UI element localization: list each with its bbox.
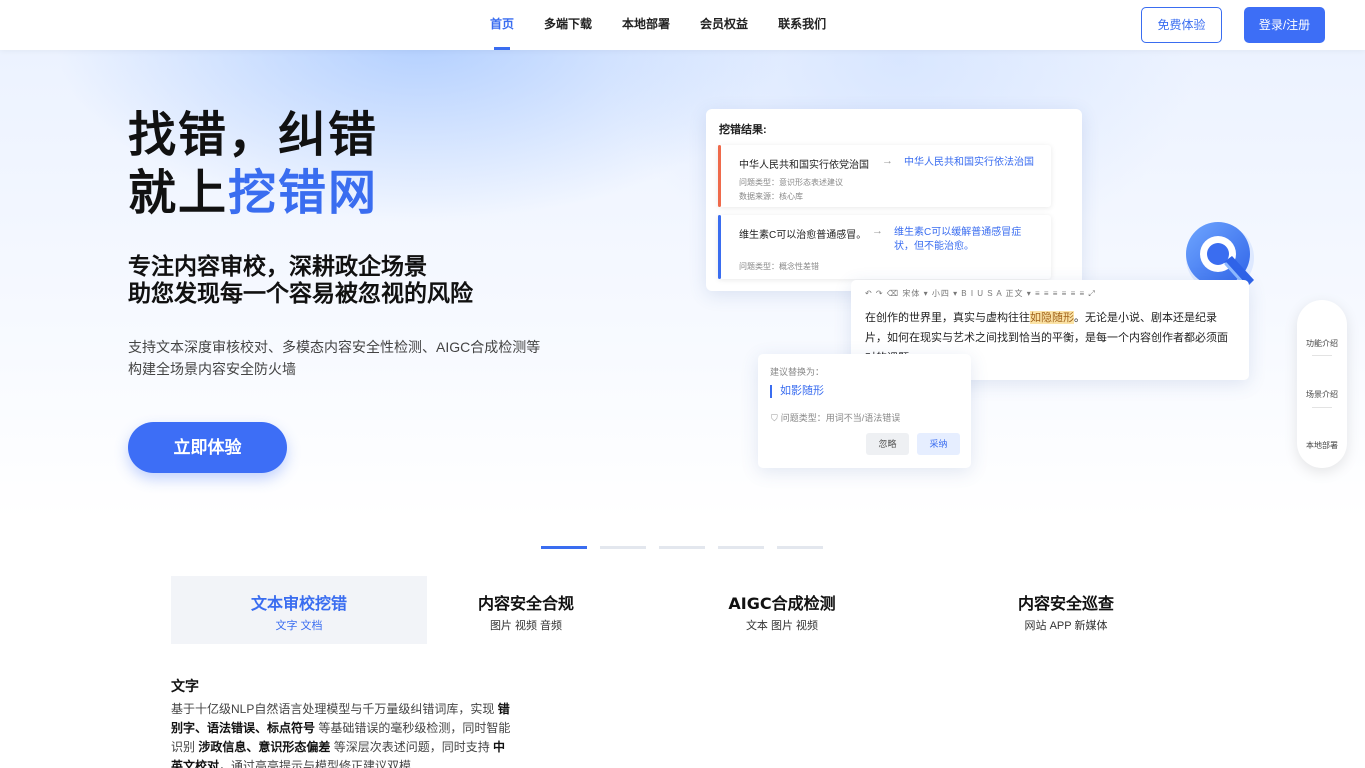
feature-tab-text-proofreading[interactable]: 文本审校挖错 文字 文档 [171,576,427,644]
headline-prefix: 就上 [128,165,229,221]
result-meta: 问题类型：意识形态表述建议 [739,178,843,187]
detail-title: 文字 [171,679,199,695]
headline-line-1: 找错，纠错 [128,107,379,163]
nav-item-local-deploy[interactable]: 本地部署 [622,0,670,50]
desc-line-1: 支持文本深度审核校对、多模态内容安全性检测、AIGC合成检测等 [128,339,541,355]
carousel-indicators [541,546,836,549]
fix-line-1: 维生素C可以缓解普通感冒症 [894,227,1022,238]
main-nav: 首页 多端下载 本地部署 会员权益 联系我们 [490,0,856,50]
carousel-dot[interactable] [541,546,587,549]
feature-tab-title: AIGC合成检测 [728,594,836,613]
ignore-button[interactable]: 忽略 [866,433,909,455]
suggestion-word[interactable]: 如影随形 [770,385,824,398]
editor-toolbar[interactable]: ↶ ↷ ⌫ 宋体 ▾ 小四 ▾ B I U S A 正文 ▾ ≡ ≡ ≡ ≡ ≡… [865,288,1096,299]
side-nav-divider [1312,407,1332,408]
subhead-line-1: 专注内容审校，深耕政企场景 [128,254,427,280]
feature-tab-title: 文本审校挖错 [250,594,347,613]
result-card-title: 挖错结果: [719,124,767,136]
side-nav-local-deploy[interactable]: 本地部署 [1297,440,1347,451]
nav-item-download[interactable]: 多端下载 [544,0,592,50]
result-item-marker [718,215,721,279]
fix-line-1: 中华人民共和国实行依法治国 [904,157,1034,168]
detail-text: 基于十亿级NLP自然语言处理模型与千万量级纠错词库，实现 [171,702,498,716]
suggestion-label: 建议替换为： [770,367,825,377]
side-nav-divider [1312,355,1332,356]
desc-line-2: 构建全场景内容安全防火墙 [128,361,296,377]
suggestion-type-text: 问题类型：用词不当/语法错误 [780,413,901,423]
nav-item-contact[interactable]: 联系我们 [778,0,826,50]
side-nav-scenarios[interactable]: 场景介绍 [1297,389,1347,400]
arrow-right-icon: → [872,225,883,237]
hero-description: 支持文本深度审核校对、多模态内容安全性检测、AIGC合成检测等 构建全场景内容安… [128,336,540,380]
carousel-dot[interactable] [659,546,705,549]
result-item[interactable]: 维生素C可以治愈普通感冒。 → 维生素C可以缓解普通感冒症 状，但不能治愈。 问题… [718,215,1051,279]
feature-tab-sub: 文字 文档 [275,620,323,632]
try-now-button[interactable]: 立即体验 [128,422,287,473]
fix-line-2: 状，但不能治愈。 [894,241,974,252]
suggestion-popup: 建议替换为： 如影随形 ⛉ 问题类型：用词不当/语法错误 忽略 采纳 [758,354,971,468]
error-result-card: 挖错结果: 中华人民共和国实行依党治国 → 中华人民共和国实行依法治国 问题类型… [706,109,1082,291]
result-item-marker [718,145,721,207]
feature-tab-title: 内容安全巡查 [1017,594,1114,613]
result-meta: 问题类型：概念性差错 [739,262,819,271]
result-fix-text: 中华人民共和国实行依法治国 [904,156,1034,170]
suggestion-type: ⛉ 问题类型：用词不当/语法错误 [771,411,900,424]
free-trial-button[interactable]: 免费体验 [1141,7,1222,43]
hero-headline: 找错，纠错 就上挖错网 [128,106,378,222]
feature-tab-content-compliance[interactable]: 内容安全合规 图片 视频 音频 [398,576,654,644]
feature-tab-sub: 文本 图片 视频 [745,620,819,632]
editor-text-before: 在创作的世界里，真实与虚构往往 [865,311,1030,324]
top-navbar: 首页 多端下载 本地部署 会员权益 联系我们 免费体验 登录/注册 [0,0,1365,50]
shield-icon: ⛉ [771,413,778,423]
nav-item-home[interactable]: 首页 [490,0,514,50]
login-register-button[interactable]: 登录/注册 [1244,7,1325,43]
feature-tab-sub: 网站 APP 新媒体 [1024,620,1108,632]
nav-item-membership[interactable]: 会员权益 [700,0,748,50]
detail-highlight: 涉政信息、意识形态偏差 [198,740,331,754]
result-original-text: 中华人民共和国实行依党治国 [739,160,869,171]
feature-tab-title: 内容安全合规 [477,594,574,613]
result-original-text: 维生素C可以治愈普通感冒。 [739,230,867,241]
subhead-line-2: 助您发现每一个容易被忽视的风险 [128,281,473,307]
result-fix-text: 维生素C可以缓解普通感冒症 状，但不能治愈。 [894,226,1021,254]
carousel-dot[interactable] [718,546,764,549]
feature-tab-sub: 图片 视频 音频 [489,620,563,632]
editor-highlighted-error[interactable]: 如隐随形 [1030,311,1074,324]
carousel-dot[interactable] [777,546,823,549]
arrow-right-icon: → [882,155,893,167]
feature-tab-content-patrol[interactable]: 内容安全巡查 网站 APP 新媒体 [938,576,1194,644]
headline-brand: 挖错网 [228,165,379,221]
result-source: 数据来源：核心库 [739,192,803,201]
headline-line-2: 就上挖错网 [128,164,378,222]
result-item[interactable]: 中华人民共和国实行依党治国 → 中华人民共和国实行依法治国 问题类型：意识形态表… [718,145,1051,207]
detail-text: ，通过高亮提示与模型修正建议双模 [219,759,412,768]
side-nav-features[interactable]: 功能介绍 [1297,338,1347,349]
accept-button[interactable]: 采纳 [917,433,960,455]
side-float-nav: 功能介绍 场景介绍 本地部署 [1297,300,1347,468]
detail-description: 基于十亿级NLP自然语言处理模型与千万量级纠错词库，实现 错别字、语法错误、标点… [171,700,511,768]
hero-subheading: 专注内容审校，深耕政企场景 助您发现每一个容易被忽视的风险 [128,254,473,308]
feature-tab-aigc-detection[interactable]: AIGC合成检测 文本 图片 视频 [654,576,910,644]
detail-text: 等深层次表述问题，同时支持 [330,740,494,754]
carousel-dot[interactable] [600,546,646,549]
